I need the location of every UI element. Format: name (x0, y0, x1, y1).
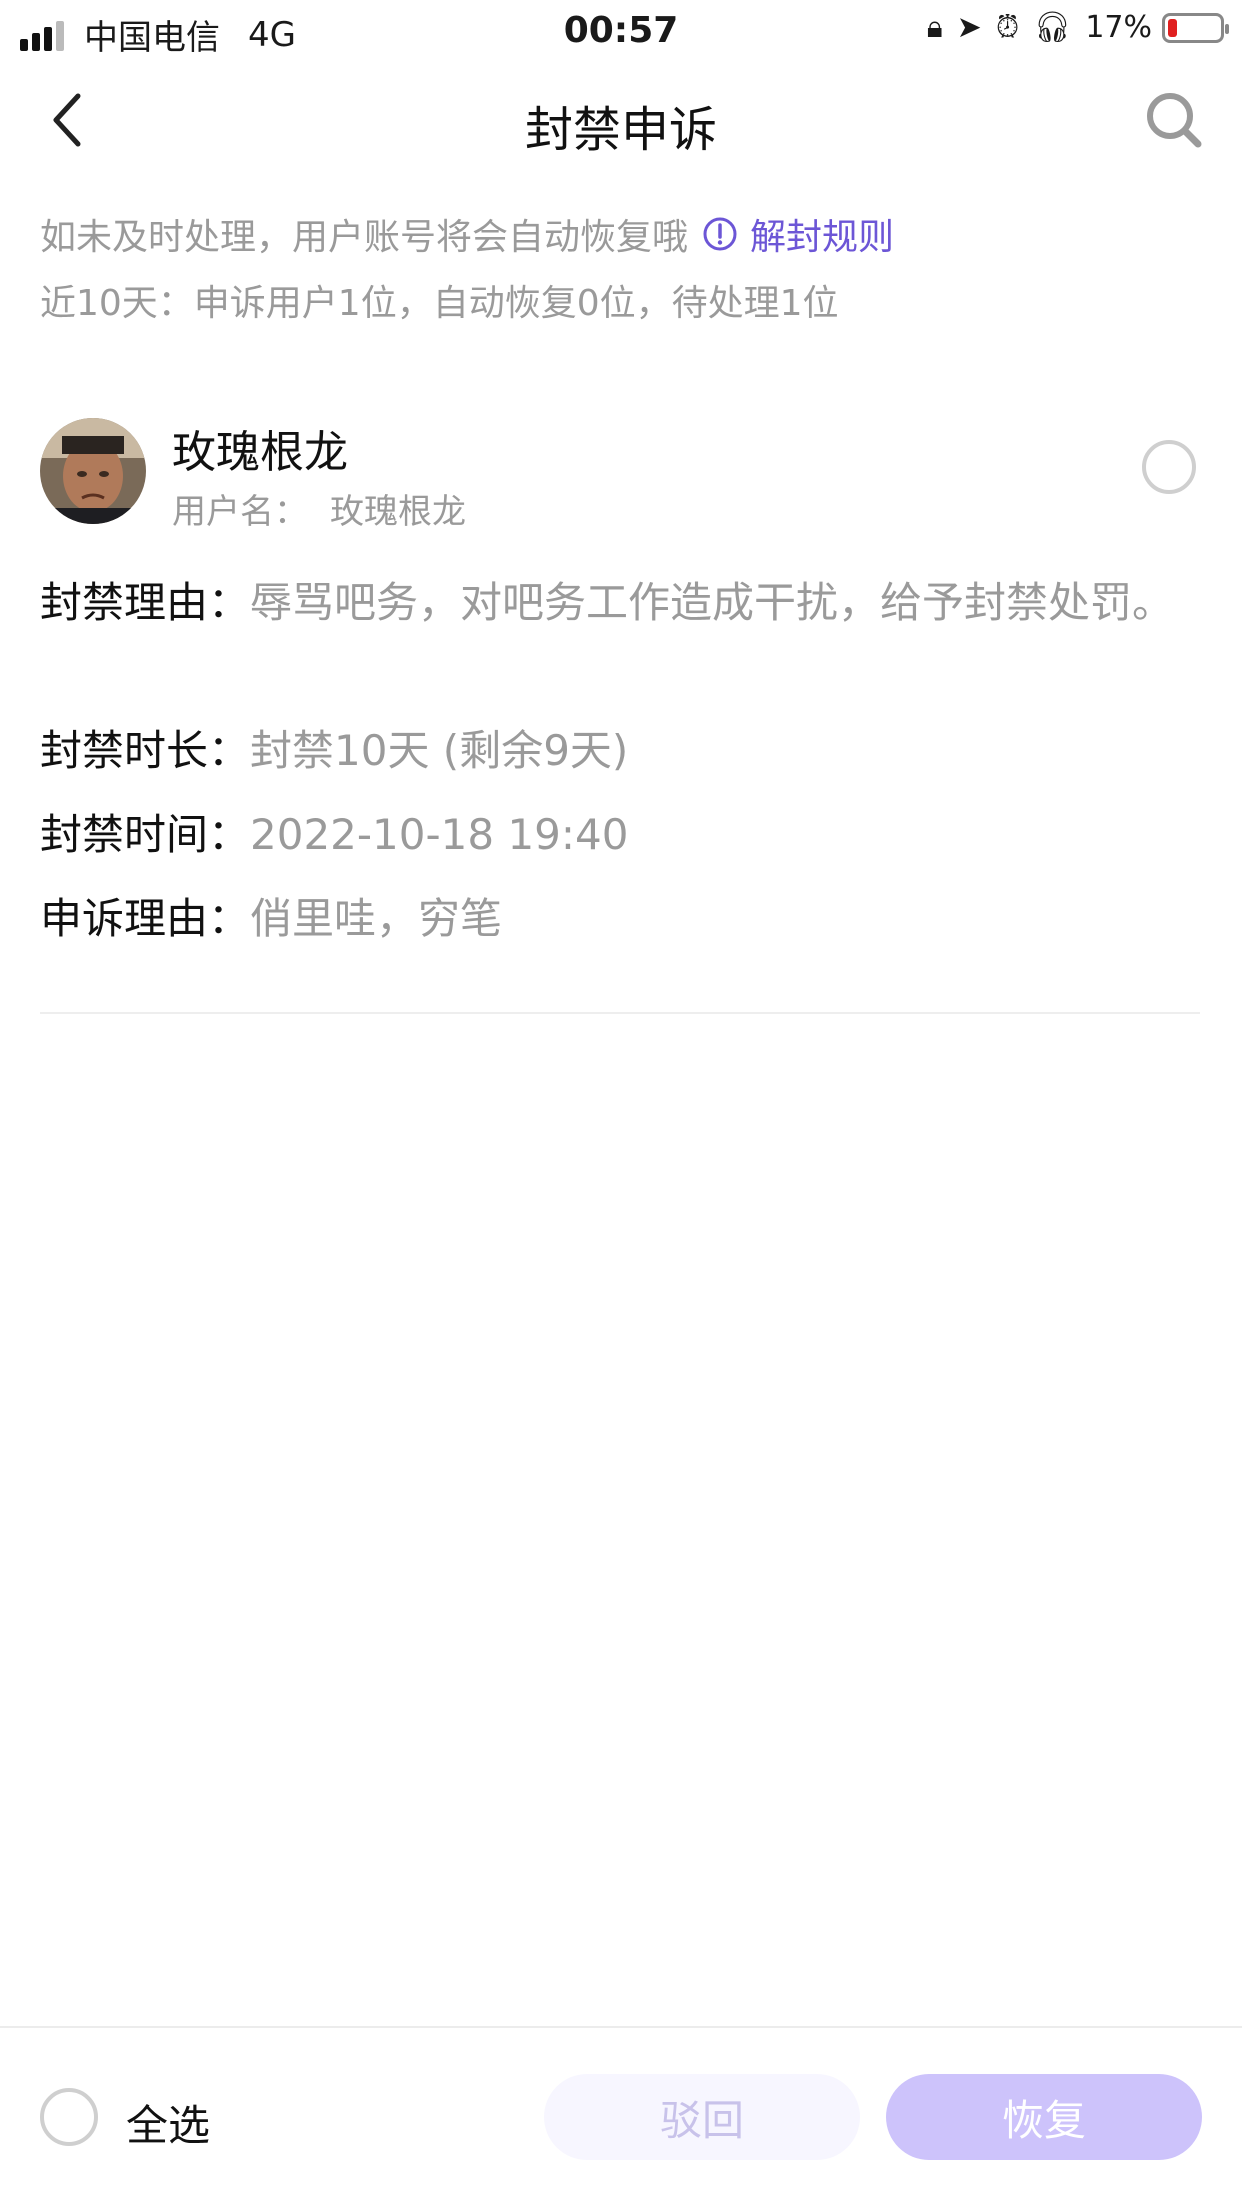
ban-duration-value: 封禁10天 (剩余9天) (250, 726, 629, 775)
back-button[interactable] (40, 88, 100, 152)
username-value: 玫瑰根龙 (330, 492, 466, 532)
unban-rules-label: 解封规则 (750, 217, 895, 258)
appeal-reason-value: 俏里哇，穷笔 (250, 894, 503, 943)
status-bar-right: 🔒︎ ➤ ⏰︎ 🎧︎ 17% (913, 10, 1229, 45)
ban-reason-label: 封禁理由： (40, 578, 251, 627)
username-line: 用户名： 玫瑰根龙 (172, 484, 466, 533)
username-label: 用户名： (172, 492, 308, 532)
info-circle-icon (703, 217, 737, 251)
rotation-lock-icon: 🔒︎ (926, 10, 943, 45)
location-icon: ➤ (956, 10, 982, 45)
card-divider (40, 1012, 1200, 1014)
select-all-radio[interactable] (40, 2088, 98, 2146)
page-title: 封禁申诉 (524, 102, 717, 158)
ban-duration-field: 封禁时长：封禁10天 (剩余9天) (40, 718, 1200, 784)
nav-bar: 封禁申诉 (0, 64, 1242, 176)
ban-time-field: 封禁时间：2022-10-18 19:40 (40, 802, 1200, 868)
user-display-name: 玫瑰根龙 (172, 427, 348, 478)
ban-time-value: 2022-10-18 19:40 (250, 810, 629, 859)
appeal-reason-field: 申诉理由：俏里哇，穷笔 (40, 886, 1200, 952)
status-bar: 中国电信 4G 00:57 🔒︎ ➤ ⏰︎ 🎧︎ 17% (0, 0, 1242, 64)
headphones-icon: 🎧︎ (1033, 10, 1072, 45)
battery-icon (1162, 12, 1229, 43)
appeal-stats: 近10天：申诉用户1位，自动恢复0位，待处理1位 (40, 283, 839, 324)
ban-time-label: 封禁时间： (40, 810, 251, 859)
search-icon (1147, 93, 1202, 148)
bottom-bar-divider (0, 2026, 1242, 2028)
appeal-reason-label: 申诉理由： (40, 894, 251, 943)
user-select-radio[interactable] (1142, 440, 1196, 494)
avatar-image (40, 418, 146, 524)
chevron-left-icon (53, 93, 81, 147)
ban-reason-field: 封禁理由：辱骂吧务，对吧务工作造成干扰，给予封禁处罚。 (40, 570, 1200, 636)
restore-button[interactable]: 恢复 (886, 2074, 1202, 2160)
ban-reason-value: 辱骂吧务，对吧务工作造成干扰，给予封禁处罚。 (250, 578, 1175, 627)
select-all-label[interactable]: 全选 (126, 2092, 210, 2153)
avatar[interactable] (40, 418, 146, 524)
battery-level (1168, 18, 1177, 37)
auto-restore-notice: 如未及时处理，用户账号将会自动恢复哦 解封规则 (40, 208, 894, 260)
notice-text: 如未及时处理，用户账号将会自动恢复哦 (40, 217, 689, 258)
reject-button[interactable]: 驳回 (544, 2074, 860, 2160)
alarm-icon: ⏰︎ (995, 10, 1020, 45)
search-button[interactable] (1142, 88, 1206, 152)
battery-percent: 17% (1085, 10, 1152, 45)
unban-rules-link[interactable]: 解封规则 (702, 208, 894, 260)
ban-duration-label: 封禁时长： (40, 726, 251, 775)
